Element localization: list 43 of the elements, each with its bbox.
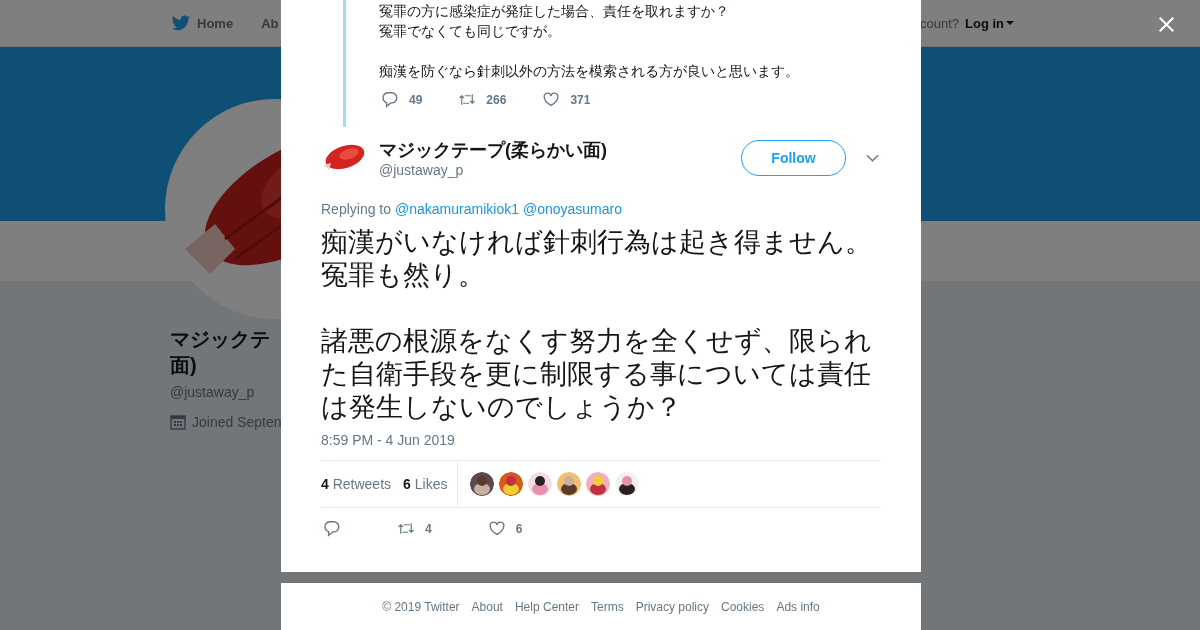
- tweet-text-line: 冤罪の方に感染症が発症した場合、責任を取れますか？: [379, 2, 730, 21]
- profile-name: マジックテ 面): [170, 327, 271, 378]
- tweet-text-line: 諸悪の根源をなくす努力を全くせず、限られた自衛手段を更に制限する事については責任は発生しないのでしょうか？: [321, 325, 873, 424]
- calendar-icon: [170, 414, 186, 430]
- retweet-count: 266: [486, 92, 507, 107]
- joined-date: Joined Septen: [192, 414, 282, 430]
- retweet-icon[interactable]: [397, 520, 415, 537]
- profile-handle: @justaway_p: [170, 384, 256, 400]
- reply-icon[interactable]: [381, 91, 399, 108]
- reply-icon[interactable]: [323, 520, 341, 537]
- reply-count: 49: [409, 92, 423, 107]
- tweet-text-line: 痴漢がいなければ針刺行為は起き得ません。: [321, 226, 873, 259]
- close-icon[interactable]: [1158, 16, 1175, 33]
- like-count: 6: [515, 521, 523, 536]
- retweet-icon[interactable]: [458, 91, 477, 108]
- likes-stat[interactable]: 6 Likes: [403, 476, 448, 492]
- retweet-count: 4: [425, 521, 432, 536]
- heart-icon[interactable]: [487, 520, 506, 537]
- bird-icon: [171, 14, 191, 32]
- nav-link[interactable]: Ab: [261, 15, 279, 31]
- footer-link[interactable]: Cookies: [721, 599, 765, 614]
- user-name[interactable]: マジックテープ(柔らかい面): [379, 138, 741, 161]
- heart-icon[interactable]: [542, 91, 561, 108]
- caret-icon: [1006, 21, 1014, 25]
- footer-link[interactable]: Terms: [591, 599, 624, 614]
- follow-button[interactable]: Follow: [741, 140, 846, 176]
- copyright: © 2019 Twitter: [382, 599, 460, 614]
- like-count: 371: [570, 92, 591, 107]
- nav-link[interactable]: Home: [197, 15, 234, 31]
- user-handle[interactable]: @justaway_p: [379, 161, 741, 178]
- tweet-text-line: 冤罪でなくても同じですが。: [379, 22, 562, 41]
- footer-link[interactable]: Help Center: [514, 599, 579, 614]
- retweets-stat[interactable]: 4 Retweets: [321, 476, 392, 492]
- mention-link[interactable]: @nakamuramikiok1: [395, 201, 519, 217]
- footer-link[interactable]: About: [471, 599, 503, 614]
- footer-link[interactable]: Ads info: [776, 599, 820, 614]
- chevron-down-icon[interactable]: [866, 154, 879, 162]
- account-prompt: count?: [919, 15, 959, 31]
- login-link[interactable]: Log in: [965, 15, 1014, 31]
- mention-link[interactable]: @onoyasumaro: [522, 201, 622, 217]
- tweet-text-line: 痴漢を防ぐなら針刺以外の方法を模索される方が良いと思います。: [379, 62, 800, 81]
- footer-link[interactable]: Privacy policy: [635, 599, 709, 614]
- tweet-timestamp: 8:59 PM - 4 Jun 2019: [321, 432, 456, 448]
